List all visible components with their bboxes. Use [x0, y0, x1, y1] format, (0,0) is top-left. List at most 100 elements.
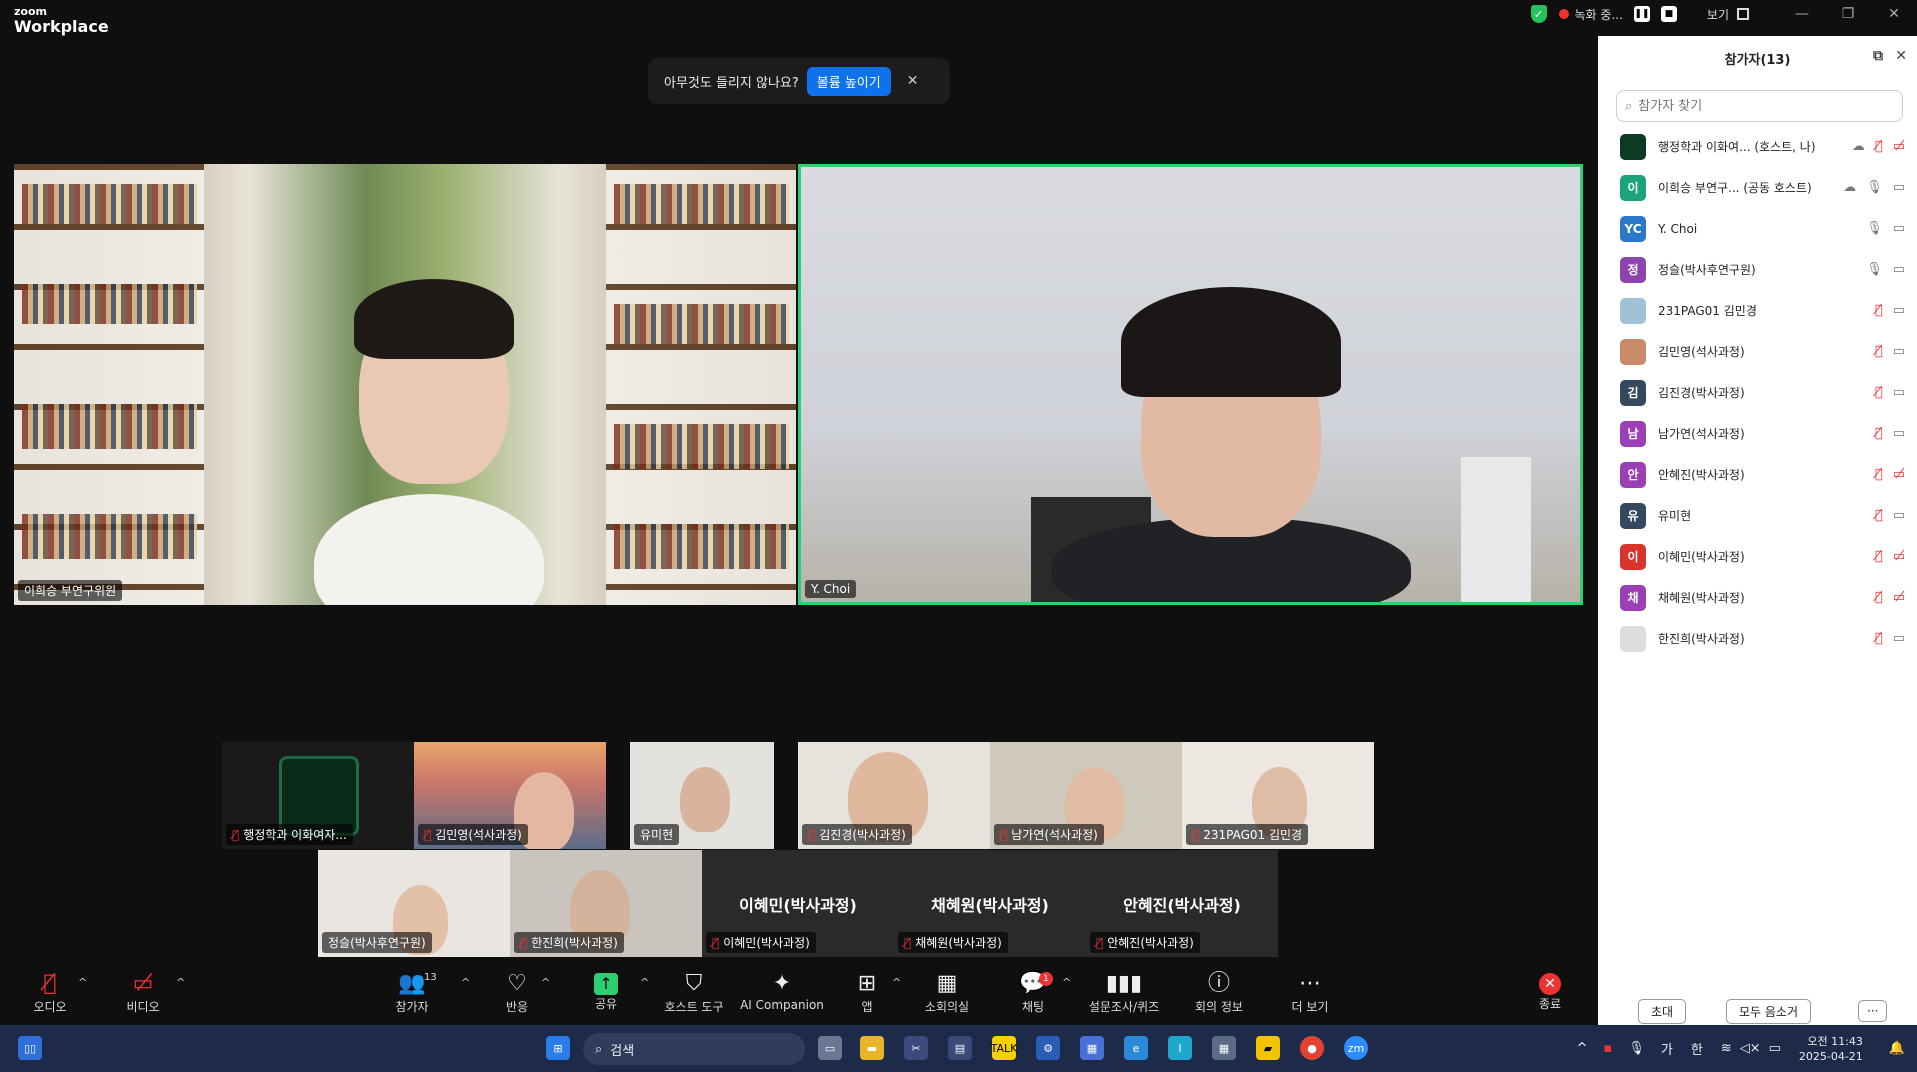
mic-muted-icon[interactable]: 🎙̸	[1875, 303, 1883, 318]
zoom-app-icon[interactable]: zm	[1344, 1036, 1368, 1060]
edge-browser-icon[interactable]: e	[1124, 1036, 1148, 1060]
gallery-tile[interactable]: 🎙̸ 남가연(석사과정)	[990, 742, 1182, 849]
gallery-tile[interactable]: 🎙̸ 한진희(박사과정)	[510, 850, 702, 957]
encryption-shield-icon[interactable]: ✓	[1530, 5, 1547, 23]
participant-row[interactable]: 이 이혜민(박사과정) 🎙̸ ▭̸	[1598, 536, 1917, 577]
audio-options-caret[interactable]: ^	[78, 976, 87, 989]
sticky-notes-icon[interactable]: ▰	[1256, 1036, 1280, 1060]
minimize-button[interactable]: —	[1779, 6, 1825, 22]
camera-icon[interactable]: ▭	[1893, 385, 1905, 400]
restore-button[interactable]: ❐	[1825, 6, 1871, 22]
participant-row[interactable]: 김민영(석사과정) 🎙̸ ▭	[1598, 331, 1917, 372]
participant-row[interactable]: 안 안혜진(박사과정) 🎙̸ ▭̸	[1598, 454, 1917, 495]
banner-close-icon[interactable]: ✕	[907, 73, 919, 89]
participant-row[interactable]: 채 채혜원(박사과정) 🎙̸ ▭̸	[1598, 577, 1917, 618]
invite-button[interactable]: 초대	[1638, 998, 1687, 1024]
share-button[interactable]: ↑ 공유	[566, 970, 646, 1012]
camera-icon[interactable]: ▭	[1893, 631, 1905, 646]
windows-start-icon[interactable]: ⊞	[546, 1036, 570, 1060]
polls-button[interactable]: ▮▮▮ 설문조사/퀴즈	[1080, 970, 1168, 1015]
end-meeting-button[interactable]: ✕ 종료	[1510, 970, 1590, 1012]
mic-muted-icon[interactable]: 🎙̸	[1875, 631, 1883, 646]
chrome-browser-icon[interactable]: ●	[1300, 1036, 1324, 1060]
gallery-tile[interactable]: 🎙̸ 231PAG01 김민경	[1182, 742, 1374, 849]
participant-row[interactable]: 유 유미현 🎙̸ ▭	[1598, 495, 1917, 536]
mic-muted-icon[interactable]: 🎙̸	[1875, 590, 1883, 605]
video-tile-active-speaker[interactable]: Y. Choi	[798, 164, 1583, 605]
participant-row[interactable]: YC Y. Choi 🎙 ▭	[1598, 208, 1917, 249]
chat-options-caret[interactable]: ^	[1062, 976, 1071, 989]
reactions-options-caret[interactable]: ^	[541, 976, 550, 989]
file-explorer-icon[interactable]: ▬	[860, 1036, 884, 1060]
mic-muted-icon[interactable]: 🎙̸	[1875, 508, 1883, 523]
camera-icon[interactable]: ▭	[1893, 180, 1905, 195]
apps-options-caret[interactable]: ^	[892, 976, 901, 989]
camera-icon[interactable]: ▭	[1893, 344, 1905, 359]
mic-muted-icon[interactable]: 🎙̸	[1875, 385, 1883, 400]
settings-gear-icon[interactable]: ⚙	[1036, 1036, 1060, 1060]
recording-indicator[interactable]: 녹화 중... ❚❚ ■	[1558, 6, 1677, 23]
meeting-info-button[interactable]: ⓘ 회의 정보	[1179, 970, 1259, 1015]
video-button[interactable]: ▭̸ 비디오	[103, 970, 183, 1015]
participants-button[interactable]: 👥 13 참가자	[372, 970, 452, 1015]
more-options-button[interactable]: ···	[1858, 1000, 1888, 1022]
participant-row[interactable]: 행정학과 이화여... (호스트, 나) ☁ 🎙̸ ▭̸	[1598, 126, 1917, 167]
notification-bell-icon[interactable]: 🔔	[1889, 1041, 1905, 1056]
raise-volume-button[interactable]: 볼륨 높이기	[806, 66, 891, 96]
mute-all-button[interactable]: 모두 음소거	[1726, 998, 1812, 1024]
mic-muted-icon[interactable]: 🎙̸	[1875, 426, 1883, 441]
kakaotalk-icon[interactable]: TALK	[991, 1036, 1017, 1060]
camera-icon[interactable]: ▭	[1893, 303, 1905, 318]
chat-button[interactable]: 💬 1 채팅	[993, 970, 1073, 1015]
taskbar-search[interactable]: ⌕ 검색	[583, 1033, 805, 1065]
system-clock[interactable]: 오전 11:43 2025-04-21	[1799, 1034, 1863, 1064]
participants-options-caret[interactable]: ^	[461, 976, 470, 989]
close-panel-icon[interactable]: ✕	[1895, 48, 1907, 64]
gallery-tile[interactable]: 정슬(박사후연구원)	[318, 850, 510, 957]
camera-icon[interactable]: ▭	[1893, 221, 1905, 236]
participant-search[interactable]: ⌕	[1616, 90, 1903, 122]
tray-app-icon[interactable]: ▪	[1604, 1041, 1613, 1056]
share-options-caret[interactable]: ^	[640, 976, 649, 989]
calculator-icon[interactable]: ▦	[1212, 1036, 1236, 1060]
chevron-up-icon[interactable]: ^	[1577, 1041, 1588, 1056]
participant-row[interactable]: 김 김진경(박사과정) 🎙̸ ▭	[1598, 372, 1917, 413]
pause-recording-button[interactable]: ❚❚	[1633, 6, 1650, 22]
gallery-tile[interactable]: 🎙̸ 행정학과 이화여자...	[222, 742, 414, 849]
mic-muted-icon[interactable]: 🎙̸	[1875, 139, 1883, 154]
more-button[interactable]: ⋯ 더 보기	[1270, 970, 1350, 1015]
gallery-tile[interactable]: 유미현	[630, 742, 774, 849]
video-tile-speaker-1[interactable]: 이희승 부연구위원	[14, 164, 796, 605]
camera-off-icon[interactable]: ▭̸	[1893, 139, 1905, 154]
mic-muted-icon[interactable]: 🎙̸	[1875, 344, 1883, 359]
gallery-tile[interactable]: 🎙̸ 김진경(박사과정)	[798, 742, 990, 849]
text-editor-icon[interactable]: I	[1168, 1036, 1192, 1060]
ime-mode-indicator[interactable]: 가	[1661, 1039, 1673, 1058]
participant-row[interactable]: 정 정슬(박사후연구원) 🎙 ▭	[1598, 249, 1917, 290]
stop-recording-button[interactable]: ■	[1660, 6, 1677, 22]
task-view-icon[interactable]: ▭	[818, 1036, 842, 1060]
participant-search-input[interactable]	[1638, 98, 1879, 114]
wifi-icon[interactable]: ≋	[1721, 1041, 1732, 1056]
participant-row[interactable]: 남 남가연(석사과정) 🎙̸ ▭	[1598, 413, 1917, 454]
snipping-tool-icon[interactable]: ✂	[904, 1036, 928, 1060]
ime-language-indicator[interactable]: 한	[1691, 1039, 1703, 1058]
mic-icon[interactable]: 🎙	[1866, 221, 1883, 236]
microphone-icon[interactable]: 🎙	[1628, 1041, 1645, 1056]
video-options-caret[interactable]: ^	[176, 976, 185, 989]
camera-icon[interactable]: ▭	[1893, 508, 1905, 523]
participant-row[interactable]: 이 이희승 부연구... (공동 호스트) ☁ 🎙 ▭	[1598, 167, 1917, 208]
close-window-button[interactable]: ✕	[1871, 6, 1917, 22]
participant-row[interactable]: 한진희(박사과정) 🎙̸ ▭	[1598, 618, 1917, 659]
camera-icon[interactable]: ▭	[1893, 426, 1905, 441]
gallery-tile[interactable]: 안혜진(박사과정) 🎙̸ 안혜진(박사과정)	[1086, 850, 1278, 957]
battery-icon[interactable]: ▭	[1769, 1041, 1781, 1056]
microsoft-store-icon[interactable]: ▦	[1080, 1036, 1104, 1060]
camera-off-icon[interactable]: ▭̸	[1893, 590, 1905, 605]
mic-muted-icon[interactable]: 🎙̸	[1875, 549, 1883, 564]
gallery-tile[interactable]: 이혜민(박사과정) 🎙̸ 이혜민(박사과정)	[702, 850, 894, 957]
breakout-rooms-button[interactable]: ▦ 소회의실	[907, 970, 987, 1015]
gallery-tile[interactable]: 🎙̸ 김민영(석사과정)	[414, 742, 606, 849]
view-button[interactable]: 보기	[1707, 6, 1749, 23]
camera-off-icon[interactable]: ▭̸	[1893, 467, 1905, 482]
